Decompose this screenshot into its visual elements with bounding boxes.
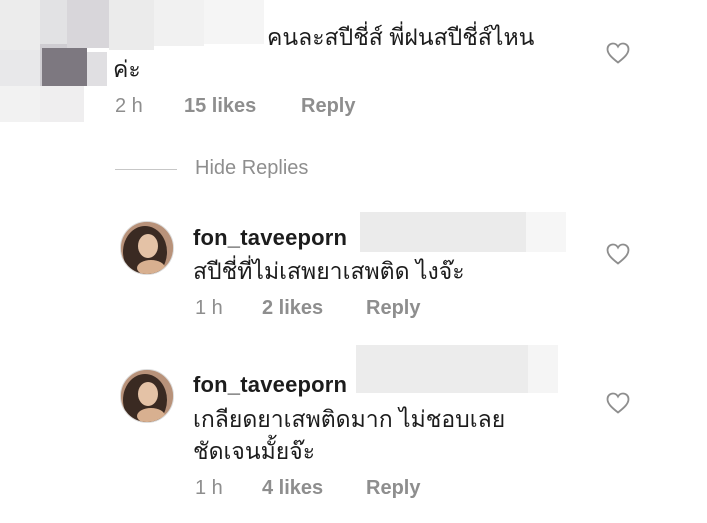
profile-photo — [121, 370, 173, 422]
censored-text-box — [526, 212, 566, 252]
top-comment-text-line2: ค่ะ — [113, 56, 141, 82]
heart-outline-icon[interactable] — [606, 243, 630, 265]
profile-photo — [121, 222, 173, 274]
reply-username[interactable]: fon_taveeporn — [193, 372, 347, 398]
reply-text-line1: สปีชี่ที่ไม่เสพยาเสพติด ไงจ๊ะ — [193, 258, 465, 284]
hide-replies-button[interactable]: Hide Replies — [195, 157, 308, 180]
censored-text-box — [356, 345, 528, 393]
avatar[interactable] — [120, 369, 174, 423]
reply-likes[interactable]: 4 likes — [262, 477, 323, 500]
reply-button[interactable]: Reply — [366, 477, 420, 500]
reply-text-line2: ชัดเจนมั้ยจ๊ะ — [193, 438, 316, 464]
heart-outline-icon[interactable] — [606, 42, 630, 64]
top-comment-reply-button[interactable]: Reply — [301, 95, 355, 118]
reply-username[interactable]: fon_taveeporn — [193, 225, 347, 251]
reply-time: 1 h — [195, 297, 223, 319]
reply-time: 1 h — [195, 477, 223, 499]
top-comment-text-line1: คนละสปีชี่ส์ พี่ฝนสปีชี่ส์ไหน — [267, 24, 535, 50]
reply-likes[interactable]: 2 likes — [262, 297, 323, 320]
censored-text-box — [360, 212, 526, 252]
reply-button[interactable]: Reply — [366, 297, 420, 320]
censored-text-box — [528, 345, 558, 393]
heart-outline-icon[interactable] — [606, 392, 630, 414]
hide-replies-divider — [115, 169, 177, 170]
reply-text-line1: เกลียดยาเสพติดมาก ไม่ชอบเลย — [193, 406, 506, 432]
top-comment-time: 2 h — [115, 95, 143, 117]
top-comment-likes[interactable]: 15 likes — [184, 95, 256, 118]
avatar[interactable] — [120, 221, 174, 275]
